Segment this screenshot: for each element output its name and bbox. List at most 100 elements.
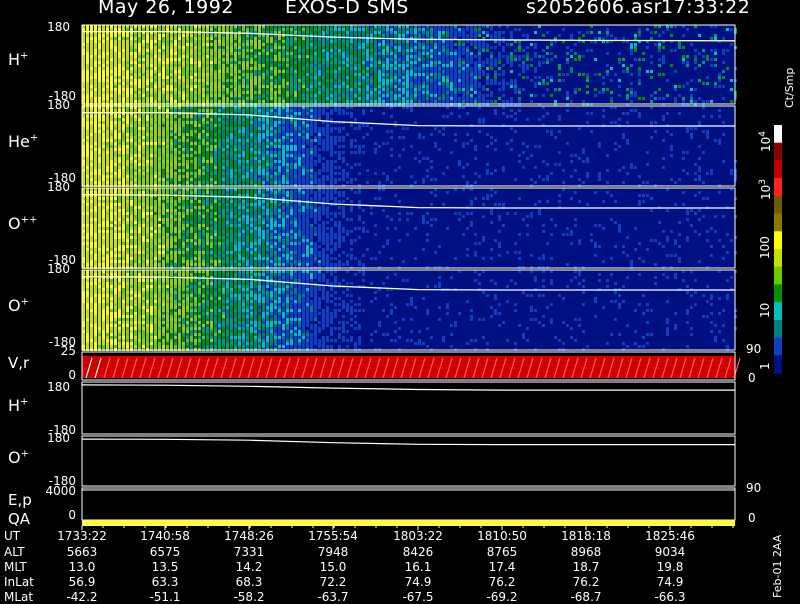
spectrogram-cell: [174, 46, 177, 49]
spectrogram-cell: [266, 136, 269, 139]
spectrogram-cell: [194, 124, 197, 127]
spectrogram-cell: [174, 163, 177, 166]
spectrogram-cell: [90, 37, 93, 40]
spectrogram-cell: [706, 82, 709, 85]
spectrogram-cell: [130, 46, 133, 49]
spectrogram-cell: [526, 52, 529, 55]
spectrogram-cell: [486, 73, 489, 76]
spectrogram-cell: [358, 70, 361, 73]
spectrogram-cell: [566, 46, 569, 49]
spectrogram-cell: [198, 70, 201, 73]
spectrogram-cell: [342, 79, 345, 82]
spectrogram-cell: [106, 115, 109, 118]
spectrogram-cell: [690, 43, 693, 46]
spectrogram-cell: [382, 97, 385, 100]
spectrogram-cell: [226, 34, 229, 37]
spectrogram-cell: [110, 88, 113, 91]
spectrogram-cell: [114, 79, 117, 82]
spectrogram-cell: [506, 58, 509, 61]
spectrogram-cell: [106, 55, 109, 58]
spectrogram-cell: [94, 118, 97, 121]
spectrogram-cell: [318, 172, 321, 175]
spectrogram-cell: [130, 121, 133, 124]
spectrogram-cell: [174, 139, 177, 142]
spectrogram-cell: [182, 145, 185, 148]
spectrogram-cell: [370, 43, 373, 46]
spectrogram-cell: [106, 46, 109, 49]
spectrogram-cell: [414, 61, 417, 64]
spectrogram-cell: [182, 85, 185, 88]
spectrogram-cell: [274, 166, 277, 169]
spectrogram-cell: [334, 52, 337, 55]
spectrogram-cell: [190, 148, 193, 151]
spectrogram-cell: [102, 175, 105, 178]
spectrogram-cell: [146, 76, 149, 79]
spectrogram-cell: [118, 151, 121, 154]
spectrogram-cell: [102, 145, 105, 148]
spectrogram-cell: [222, 139, 225, 142]
spectrogram-cell: [266, 91, 269, 94]
spectrogram-cell: [350, 85, 353, 88]
spectrogram-cell: [130, 172, 133, 175]
spectrogram-cell: [314, 115, 317, 118]
spectrogram-cell: [114, 52, 117, 55]
spectrogram-cell: [306, 97, 309, 100]
spectrogram-cell: [318, 94, 321, 97]
spectrogram-cell: [130, 148, 133, 151]
spectrogram-cell: [162, 181, 165, 184]
spectrogram-cell: [246, 151, 249, 154]
spectrogram-cell: [506, 82, 509, 85]
spectrogram-cell: [582, 73, 585, 76]
spectrogram-cell: [130, 67, 133, 70]
spectrogram-cell: [378, 82, 381, 85]
spectrogram-cell: [126, 46, 129, 49]
spectrogram-cell: [386, 91, 389, 94]
spectrogram-cell: [434, 76, 437, 79]
spectrogram-cell: [118, 166, 121, 169]
spectrogram-cell: [210, 46, 213, 49]
spectrogram-cell: [150, 181, 153, 184]
spectrogram-cell: [158, 58, 161, 61]
spectrogram-cell: [182, 67, 185, 70]
spectrogram-cell: [178, 166, 181, 169]
spectrogram-cell: [182, 43, 185, 46]
spectrogram-cell: [178, 124, 181, 127]
spectrogram-cell: [394, 46, 397, 49]
spectrogram-cell: [174, 178, 177, 181]
spectrogram-cell: [166, 109, 169, 112]
spectrogram-cell: [130, 145, 133, 148]
spectrogram-cell: [310, 142, 313, 145]
spectrogram-cell: [498, 88, 501, 91]
spectrogram-cell: [90, 94, 93, 97]
spectrogram-cell: [142, 109, 145, 112]
spectrogram-cell: [366, 82, 369, 85]
spectrogram-cell: [282, 43, 285, 46]
spectrogram-cell: [162, 88, 165, 91]
spectrogram-cell: [410, 79, 413, 82]
spectrogram-cell: [126, 175, 129, 178]
spectrogram-cell: [246, 64, 249, 67]
spectrogram-cell: [294, 163, 297, 166]
spectrogram-cell: [438, 94, 441, 97]
spectrogram-cell: [578, 88, 581, 91]
spectrogram-cell: [90, 97, 93, 100]
spectrogram-cell: [190, 85, 193, 88]
spectrogram-cell: [254, 73, 257, 76]
spectrogram-cell: [150, 76, 153, 79]
spectrogram-cell: [258, 97, 261, 100]
spectrogram-cell: [186, 52, 189, 55]
spectrogram-cell: [370, 58, 373, 61]
spectrogram-cell: [350, 43, 353, 46]
spectrogram-cell: [506, 43, 509, 46]
spectrogram-cell: [502, 85, 505, 88]
spectrogram-cell: [478, 58, 481, 61]
spectrogram-cell: [246, 94, 249, 97]
spectrogram-cell: [342, 70, 345, 73]
spectrogram-cell: [298, 70, 301, 73]
spectrogram-cell: [222, 130, 225, 133]
spectrogram-cell: [154, 148, 157, 151]
spectrogram-cell: [286, 76, 289, 79]
spectrogram-cell: [270, 160, 273, 163]
spectrogram-cell: [434, 73, 437, 76]
spectrogram-cell: [170, 124, 173, 127]
